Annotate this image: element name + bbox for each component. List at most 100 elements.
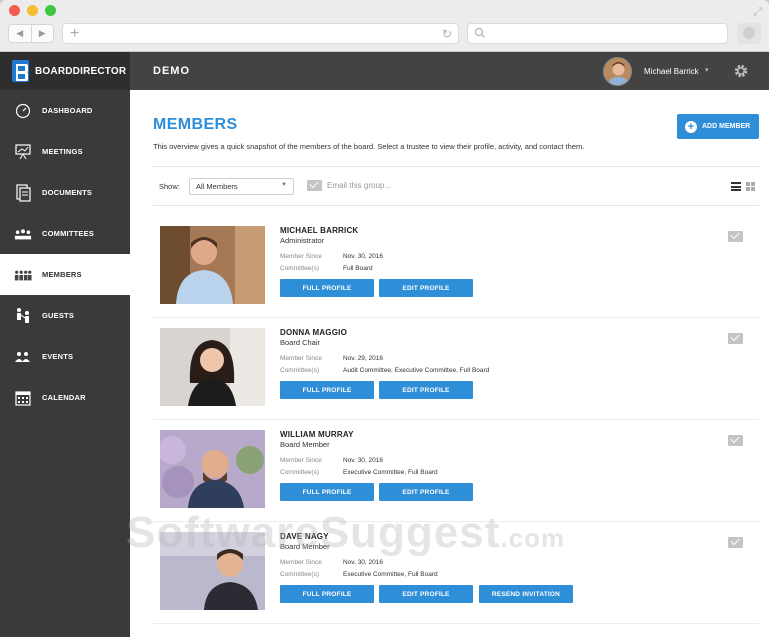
member-name[interactable]: MICHAEL BARRICK <box>280 226 358 235</box>
user-menu-chevron-down-icon[interactable]: ▾ <box>705 66 709 74</box>
member-since-label: Member Since <box>280 457 322 464</box>
calendar-icon <box>14 389 32 407</box>
full-profile-button[interactable]: FULL PROFILE <box>280 279 374 297</box>
user-avatar[interactable] <box>603 57 632 86</box>
browser-window: ⤢ ◀ ▶ + ↻ BOARDDIRECTOR DASHBOARD MEETING… <box>0 0 769 637</box>
email-member-button[interactable] <box>728 231 743 242</box>
extension-button[interactable] <box>737 23 761 44</box>
committees-value: Executive Committee, Full Board <box>343 571 438 578</box>
sidebar-item-label: DOCUMENTS <box>42 188 93 197</box>
member-since-label: Member Since <box>280 559 322 566</box>
sidebar-nav: DASHBOARD MEETINGS DOCUMENTS COMMITTEES MEMB… <box>0 90 130 418</box>
member-filter-value: All Members <box>196 182 238 191</box>
close-window-button[interactable] <box>9 5 20 16</box>
divider <box>153 205 759 206</box>
member-photo[interactable] <box>160 430 265 508</box>
browser-search-input[interactable] <box>467 23 728 44</box>
member-since-label: Member Since <box>280 253 322 260</box>
member-since-label: Member Since <box>280 355 322 362</box>
mail-icon <box>728 333 743 344</box>
grid-view-icon[interactable] <box>746 182 755 191</box>
sidebar-item-members[interactable]: MEMBERS <box>0 254 130 295</box>
committees-icon <box>14 225 32 243</box>
email-member-button[interactable] <box>728 537 743 548</box>
resend-invitation-button[interactable]: RESEND INVITATION <box>479 585 573 603</box>
plus-icon: + <box>685 120 697 133</box>
guests-icon <box>14 307 32 325</box>
chevron-down-icon: ▼ <box>281 182 287 188</box>
member-role: Board Chair <box>280 338 321 347</box>
member-since-value: Nov. 30, 2016 <box>343 457 383 464</box>
mail-icon <box>728 537 743 548</box>
edit-profile-button[interactable]: EDIT PROFILE <box>379 585 473 603</box>
committees-value: Executive Committee, Full Board <box>343 469 438 476</box>
member-since-value: Nov. 30, 2016 <box>343 253 383 260</box>
mail-icon <box>728 231 743 242</box>
gear-icon[interactable] <box>733 63 749 79</box>
minimize-window-button[interactable] <box>27 5 38 16</box>
member-card: DONNA MAGGIO Board Chair Member Since No… <box>153 318 759 420</box>
full-profile-button[interactable]: FULL PROFILE <box>280 483 374 501</box>
new-tab-icon[interactable]: + <box>70 25 79 43</box>
committees-value: Full Board <box>343 265 373 272</box>
members-icon <box>14 266 32 284</box>
sidebar-item-label: EVENTS <box>42 352 74 361</box>
sidebar-item-meetings[interactable]: MEETINGS <box>0 131 130 172</box>
member-role: Board Member <box>280 440 330 449</box>
member-card: MICHAEL BARRICK Administrator Member Sin… <box>153 216 759 318</box>
brand[interactable]: BOARDDIRECTOR <box>0 52 130 90</box>
member-name[interactable]: DAVE NAGY <box>280 532 329 541</box>
edit-profile-button[interactable]: EDIT PROFILE <box>379 483 473 501</box>
brand-logo-icon <box>12 60 29 82</box>
avatar-image <box>604 58 631 85</box>
committees-label: Committee(s) <box>280 469 320 476</box>
member-since-value: Nov. 29, 2016 <box>343 355 383 362</box>
member-photo[interactable] <box>160 328 265 406</box>
app: BOARDDIRECTOR DASHBOARD MEETINGS DOCUMENTS… <box>0 52 769 637</box>
edit-profile-button[interactable]: EDIT PROFILE <box>379 279 473 297</box>
fullscreen-icon[interactable]: ⤢ <box>753 6 762 19</box>
list-view-icon[interactable] <box>731 182 741 191</box>
sidebar-item-calendar[interactable]: CALENDAR <box>0 377 130 418</box>
sidebar-item-events[interactable]: EVENTS <box>0 336 130 377</box>
history-nav: ◀ ▶ <box>8 24 54 43</box>
member-role: Board Member <box>280 542 330 551</box>
member-name[interactable]: WILLIAM MURRAY <box>280 430 354 439</box>
back-icon[interactable]: ◀ <box>9 25 32 42</box>
divider <box>153 166 759 167</box>
mail-icon <box>307 180 322 191</box>
show-label: Show: <box>159 182 180 191</box>
main-content: MEMBERS This overview gives a quick snap… <box>130 90 769 637</box>
sidebar-item-label: CALENDAR <box>42 393 86 402</box>
topbar: DEMO Michael Barrick ▾ <box>130 52 769 90</box>
full-profile-button[interactable]: FULL PROFILE <box>280 585 374 603</box>
sidebar-item-guests[interactable]: GUESTS <box>0 295 130 336</box>
full-profile-button[interactable]: FULL PROFILE <box>280 381 374 399</box>
add-member-label: ADD MEMBER <box>702 123 751 130</box>
committees-label: Committee(s) <box>280 265 320 272</box>
edit-profile-button[interactable]: EDIT PROFILE <box>379 381 473 399</box>
member-card: DAVE NAGY Board Member Member Since Nov.… <box>153 522 759 624</box>
maximize-window-button[interactable] <box>45 5 56 16</box>
email-member-button[interactable] <box>728 333 743 344</box>
member-filter-select[interactable]: All Members ▼ <box>189 178 294 195</box>
sidebar-item-dashboard[interactable]: DASHBOARD <box>0 90 130 131</box>
reload-icon[interactable]: ↻ <box>442 27 452 41</box>
member-photo[interactable] <box>160 226 265 304</box>
user-name[interactable]: Michael Barrick <box>644 67 699 76</box>
add-member-button[interactable]: + ADD MEMBER <box>677 114 759 139</box>
org-name: DEMO <box>153 65 190 77</box>
committees-label: Committee(s) <box>280 367 320 374</box>
address-bar[interactable]: + ↻ <box>62 23 459 44</box>
sidebar-item-committees[interactable]: COMMITTEES <box>0 213 130 254</box>
sidebar-item-documents[interactable]: DOCUMENTS <box>0 172 130 213</box>
search-icon <box>474 27 485 38</box>
forward-icon[interactable]: ▶ <box>32 25 54 42</box>
member-name[interactable]: DONNA MAGGIO <box>280 328 347 337</box>
member-photo[interactable] <box>160 532 265 610</box>
member-card: WILLIAM MURRAY Board Member Member Since… <box>153 420 759 522</box>
committees-label: Committee(s) <box>280 571 320 578</box>
member-since-value: Nov. 30, 2016 <box>343 559 383 566</box>
email-member-button[interactable] <box>728 435 743 446</box>
email-group-link[interactable]: Email this group... <box>307 180 391 191</box>
